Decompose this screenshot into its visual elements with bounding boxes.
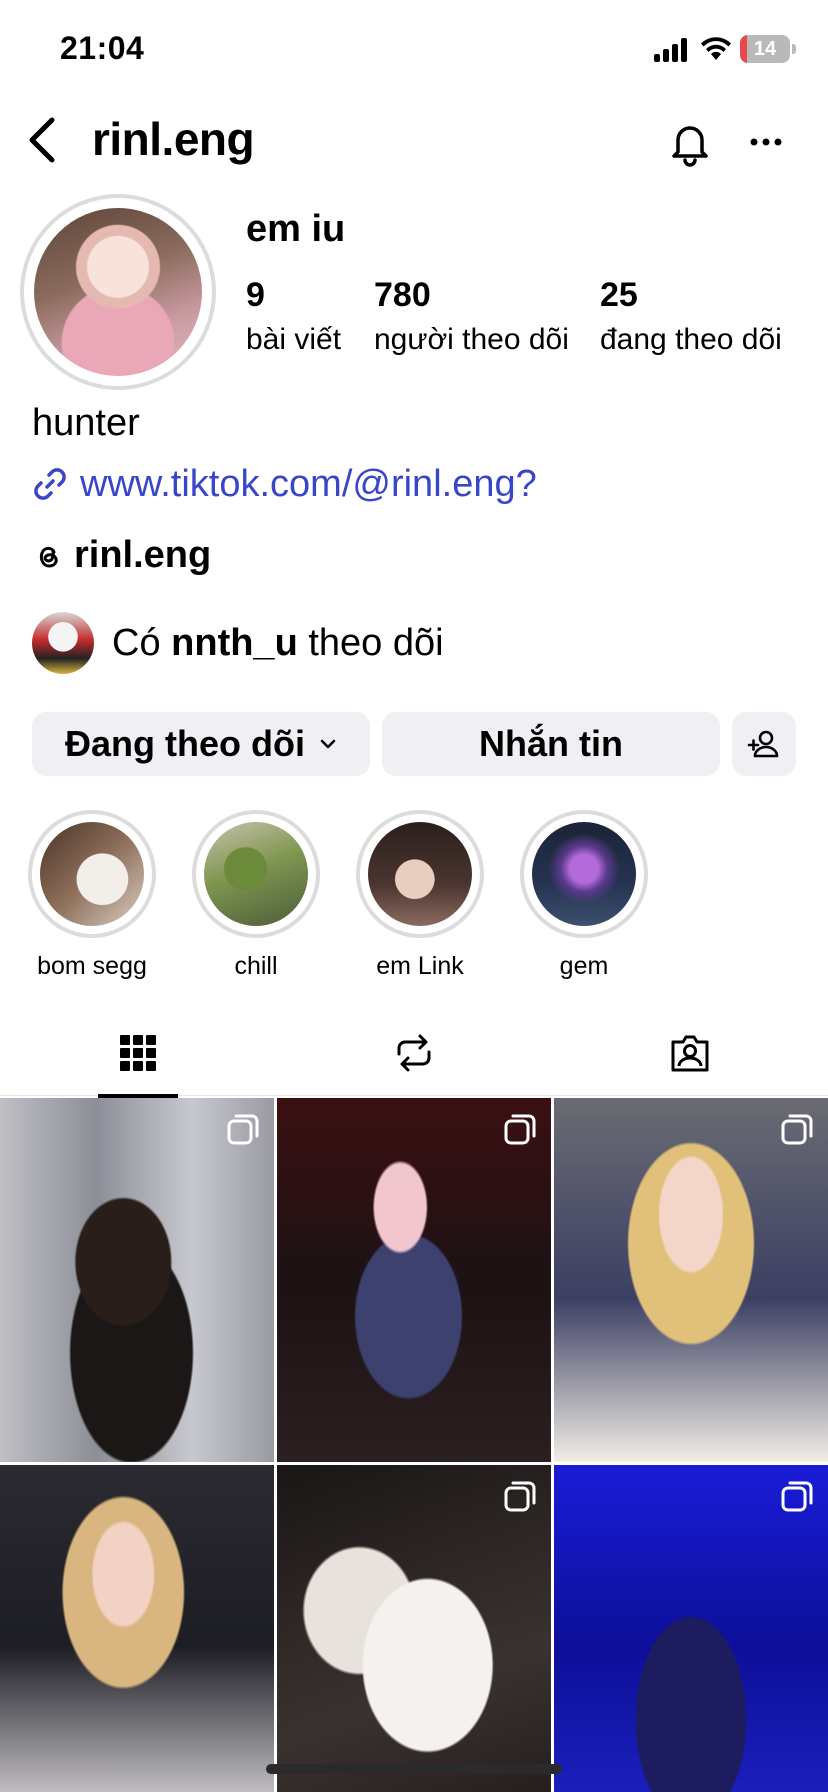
following-button[interactable]: Đang theo dõi [32,712,370,776]
highlight-ring [520,810,648,938]
grid-icon [120,1035,156,1071]
cellular-signal-icon [654,38,688,62]
bell-icon[interactable] [664,116,716,168]
profile-tabs [0,1010,828,1098]
post-thumbnail[interactable] [554,1465,828,1792]
highlight-item[interactable]: em Link [356,810,484,981]
battery-percent: 14 [753,38,777,60]
stat-posts-label: bài viết [246,323,342,356]
mutual-prefix: Có [112,621,161,664]
wifi-icon [701,37,731,60]
avatar-image [34,208,202,376]
more-options-icon[interactable] [740,116,792,168]
suggest-users-button[interactable] [732,712,796,776]
battery-tip [792,44,796,54]
profile-link[interactable]: www.tiktok.com/@rinl.eng? [30,460,537,508]
back-arrow-icon[interactable] [22,114,62,166]
link-text: www.tiktok.com/@rinl.eng? [80,462,537,505]
stat-followers-label: người theo dõi [374,323,569,356]
message-label: Nhắn tin [479,723,623,764]
home-indicator [266,1764,562,1774]
highlight-label: gem [559,952,609,980]
profile-avatar[interactable] [20,194,216,390]
tagged-icon [671,1035,709,1072]
threads-badge[interactable]: rinl.eng [32,534,211,577]
page-title: rinl.eng [92,113,255,165]
add-person-icon [747,730,779,758]
highlight-cover [40,822,144,926]
post-thumbnail[interactable] [277,1098,551,1462]
highlight-item[interactable]: bom segg [28,810,156,981]
battery-icon: 14 [740,35,790,63]
status-bar: 21:04 14 [0,0,828,100]
highlight-label: bom segg [37,952,147,980]
post-grid [0,1098,828,1792]
mutual-suffix: theo dõi [308,621,444,664]
mutual-username: nnth_u [171,621,298,664]
stat-posts-count: 9 [246,276,265,314]
tab-posts[interactable] [0,1010,276,1098]
highlight-ring [192,810,320,938]
stat-followers-count: 780 [374,276,431,314]
bio-text: hunter [32,402,140,444]
stat-following-label: đang theo dõi [600,323,782,356]
highlight-label: em Link [376,952,464,980]
stat-followers[interactable]: 780 người theo dõi [374,276,569,357]
mutual-text: Có nnth_u theo dõi [112,622,444,665]
post-thumbnail[interactable] [554,1098,828,1462]
chevron-down-icon [320,739,336,749]
tab-tagged[interactable] [552,1010,828,1096]
profile-header: rinl.eng [0,100,828,180]
carousel-icon [504,1114,536,1145]
post-thumbnail[interactable] [0,1465,274,1792]
display-name: em iu [246,208,346,250]
status-time: 21:04 [60,30,145,66]
message-button[interactable]: Nhắn tin [382,712,720,776]
highlight-item[interactable]: chill [192,810,320,981]
stat-following-count: 25 [600,276,638,314]
highlight-ring [356,810,484,938]
carousel-icon [781,1114,813,1145]
highlight-item[interactable]: gem [520,810,648,981]
carousel-icon [504,1481,536,1512]
threads-handle: rinl.eng [74,534,212,576]
post-thumbnail[interactable] [277,1465,551,1792]
highlight-cover [368,822,472,926]
highlight-ring [28,810,156,938]
threads-icon [39,546,58,568]
highlight-cover [532,822,636,926]
mutual-followers[interactable]: Có nnth_u theo dõi [32,612,444,674]
stat-following[interactable]: 25 đang theo dõi [600,276,782,357]
mutual-avatar [32,612,94,674]
post-thumbnail[interactable] [0,1098,274,1462]
carousel-icon [227,1114,259,1145]
tab-reposts[interactable] [276,1010,552,1096]
link-icon [34,468,66,500]
repost-icon [397,1034,431,1072]
following-label: Đang theo dõi [65,723,305,764]
highlight-cover [204,822,308,926]
stat-posts[interactable]: 9 bài viết [246,276,341,357]
highlight-label: chill [234,952,278,980]
carousel-icon [781,1481,813,1512]
